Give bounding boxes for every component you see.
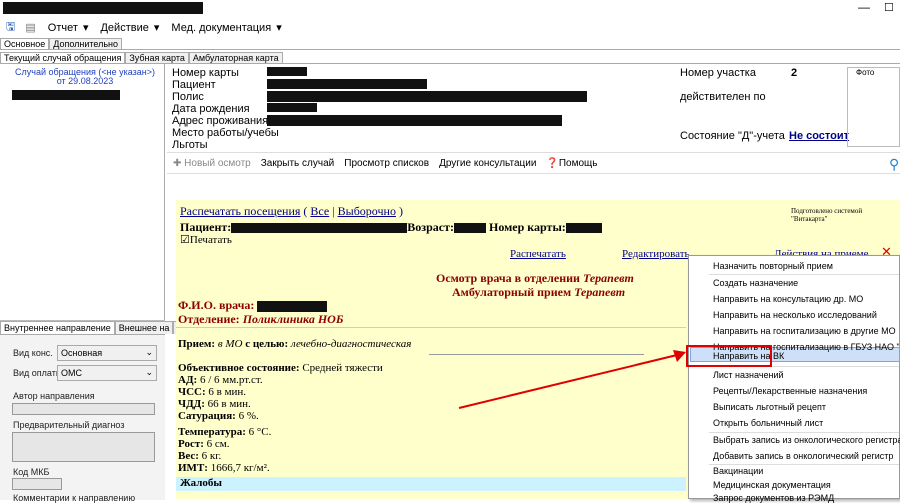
menu-bar: 🖫 ▤ Отчет ▾ Действие ▾ Мед. документация… [0,17,900,37]
print-visits-link[interactable]: Распечатать посещения [180,204,300,218]
d-status-label: Состояние "Д"-учета [680,130,785,142]
mkb-label: Код МКБ [13,467,50,477]
all-link[interactable]: Все [310,204,329,218]
dob-label: Дата рождения [172,103,250,115]
top-tabs: Основное Дополнительно [0,38,900,50]
help-button[interactable]: ❓Помощь [546,158,597,169]
work-label: Место работы/учебы [172,127,279,139]
tab-current-case[interactable]: Текущий случай обращения [0,52,126,63]
menu-item-add-oncology[interactable]: Добавить запись в онкологический регистр [713,451,893,461]
payment-type-label: Вид оплаты [13,368,63,378]
menu-item-remd-request[interactable]: Запрос документов из РЭМД [713,493,834,503]
menu-report[interactable]: Отчет ▾ [44,21,91,34]
d-status-link[interactable]: Не состоит [789,130,849,142]
department-line: Отделение: Поликлиника НОБ [178,312,344,326]
minimize-icon[interactable]: — [858,0,870,14]
redacted-window-title [3,2,203,14]
close-case-button[interactable]: Закрыть случай [261,158,335,169]
menu-med-docs[interactable]: Мед. документация ▾ [167,21,283,34]
search-icon[interactable]: ⚲ [889,156,899,173]
author-input[interactable] [12,403,155,415]
menu-item-create-prescription[interactable]: Создать назначение [713,278,798,288]
benefits-label: Льготы [172,139,208,151]
exam-title: Осмотр врача в отделении Терапевт [436,271,634,285]
other-consult-button[interactable]: Другие консультации [439,158,536,169]
referral-panel: Внутреннее направление Внешнее на ◂ ▸ Ви… [0,320,191,503]
tab-main[interactable]: Основное [0,38,50,49]
menu-item-prescription-list[interactable]: Лист назначений [713,370,784,380]
valid-until-label: действителен по [680,91,766,103]
patient-header: Номер карты Пациент Полис Дата рождения … [167,64,900,152]
menu-item-medical-docs[interactable]: Медицинская документация [713,480,831,490]
menu-item-sick-leave[interactable]: Открыть больничный лист [713,418,823,428]
photo-box: Фото [847,67,900,147]
save-icon[interactable]: 🖫 [4,18,17,37]
menu-item-repeat-appointment[interactable]: Назначить повторный прием [713,261,833,271]
prepared-by-text: Подготовлено системой "Витакарта" [791,207,863,223]
district-label: Номер участка [680,67,756,79]
print-checkbox[interactable]: ☑Печатать [180,233,232,246]
new-exam-button[interactable]: ✚ Новый осмотр [173,158,251,169]
menu-item-consult-other-mo[interactable]: Направить на консультацию др. МО [713,294,863,304]
highlight-annotation-box [686,345,772,367]
photo-label: Фото [856,68,875,77]
diagnosis-input[interactable] [12,432,155,462]
redacted-card [267,67,307,76]
district-value: 2 [791,67,798,79]
redacted-policy [267,91,587,102]
print-link[interactable]: Распечатать [510,248,566,260]
redacted-case-item [12,90,120,100]
redacted-address [267,115,562,126]
address-label: Адрес проживания [172,115,269,127]
menu-item-recipes[interactable]: Рецепты/Лекарственные назначения [713,386,867,396]
view-lists-button[interactable]: Просмотр списков [344,158,429,169]
cons-type-label: Вид конс. [13,348,53,358]
context-menu: Назначить повторный прием Создать назнач… [688,255,900,503]
title-bar: — ☐ [0,0,900,17]
second-tabs: Текущий случай обращения Зубная карта Ам… [0,52,900,64]
vitals-block: Объективное состояние: Средней тяжести А… [178,362,383,474]
left-panel: Случай обращения (<не указан>) от 29.08.… [0,64,191,503]
toolbar: ✚ Новый осмотр Закрыть случай Просмотр с… [167,152,900,174]
selective-link[interactable]: Выборочно [338,204,396,218]
menu-item-select-oncology[interactable]: Выбрать запись из онкологического регист… [713,435,900,445]
menu-item-preferential-recipe[interactable]: Выписать льготный рецепт [713,402,826,412]
menu-item-vaccinations[interactable]: Вакцинации [713,466,763,476]
tab-internal-referral[interactable]: Внутреннее направление [0,321,115,334]
menu-action[interactable]: Действие ▾ [96,21,161,34]
mkb-input[interactable] [12,478,62,490]
edit-link[interactable]: Редактировать [622,248,690,260]
policy-label: Полис [172,91,204,103]
doc-icon[interactable]: ▤ [23,21,37,34]
help-icon: ❓ [546,157,559,169]
exam-subtitle: Амбулаторный прием Терапевт [452,285,626,299]
patient-label: Пациент [172,79,216,91]
chevron-down-icon: ⌄ [145,347,153,357]
doctor-line: Ф.И.О. врача: [178,298,328,313]
diagnosis-label: Предварительный диагноз [13,420,125,430]
payment-type-select[interactable]: ОМС ⌄ [57,365,157,381]
patient-line: Пациент: Возраст: Номер карты: [180,220,602,235]
red-arrow [458,350,686,409]
menu-item-multiple-studies[interactable]: Направить на несколько исследований [713,310,877,320]
reception-line: Прием: в МО с целью: лечебно-диагностиче… [178,338,412,350]
tab-additional[interactable]: Дополнительно [49,38,123,49]
tab-outpatient-card[interactable]: Амбулаторная карта [188,52,283,63]
comment-label: Комментарии к направлению [13,493,136,503]
card-number-label: Номер карты [172,67,239,79]
tab-dental-card[interactable]: Зубная карта [125,52,189,63]
author-label: Автор направления [13,391,95,401]
cons-type-select[interactable]: Основная ⌄ [57,345,157,361]
redacted-dob [267,103,317,112]
case-link[interactable]: Случай обращения (<не указан>) от 29.08.… [10,68,160,86]
complaints-header: Жалобы [176,477,686,491]
chevron-down-icon: ⌄ [145,367,153,377]
maximize-icon[interactable]: ☐ [884,1,894,14]
referral-subtabs: Внутреннее направление Внешнее на ◂ ▸ [0,321,191,335]
tab-external-referral[interactable]: Внешнее на [114,321,174,334]
menu-item-hospitalize-other-mo[interactable]: Направить на госпитализацию в другие МО [713,326,896,336]
redacted-patient [267,79,427,89]
